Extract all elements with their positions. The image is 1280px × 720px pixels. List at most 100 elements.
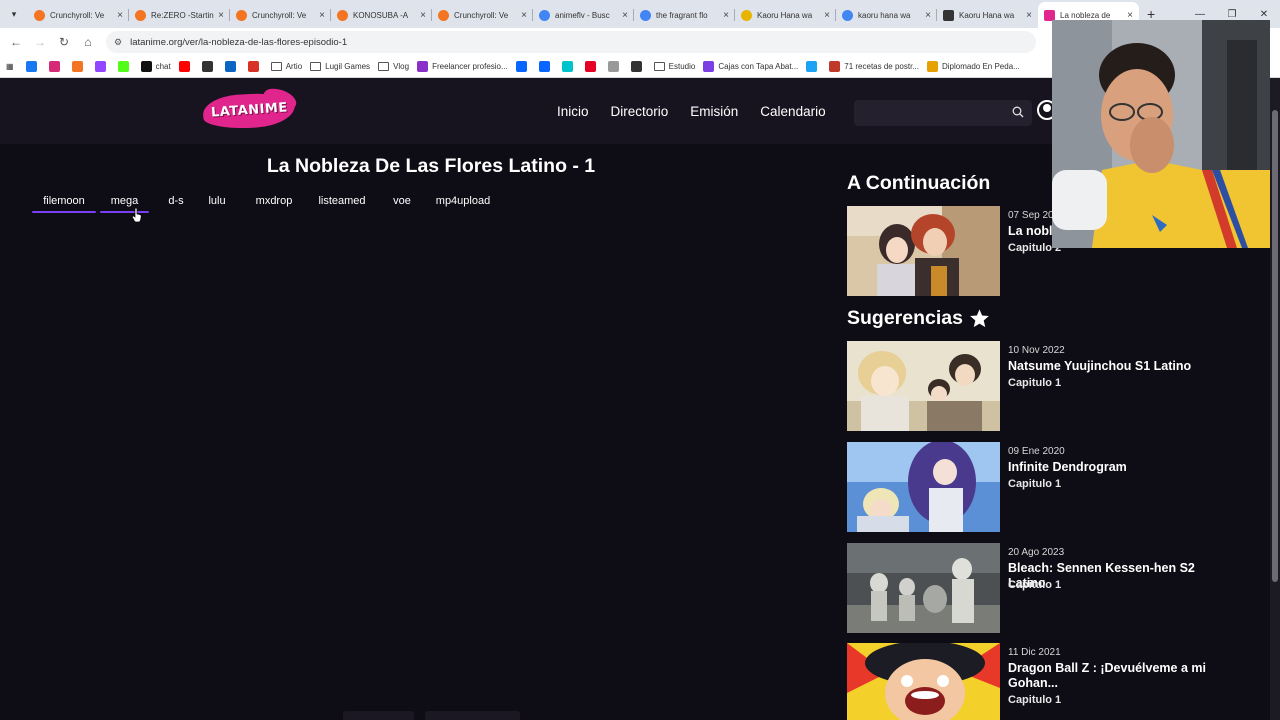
crunchyroll-tab-icon	[438, 9, 449, 21]
card-chapter: Capitulo 1	[1008, 377, 1062, 389]
bookmark-icon-item[interactable]	[607, 61, 623, 72]
bookmark-icon-item[interactable]	[94, 61, 110, 72]
bookmark-item[interactable]: Artio	[270, 62, 303, 71]
bookmark-icon-item[interactable]	[71, 61, 87, 72]
bookmark-icon-item[interactable]	[515, 61, 531, 72]
bookmark-icon-item[interactable]	[538, 61, 554, 72]
video-player[interactable]	[20, 230, 842, 700]
home-icon[interactable]: ⌂	[76, 35, 100, 49]
suggestion-card[interactable]: 11 Dic 2021 Dragon Ball Z : ¡Devuélveme …	[847, 643, 1267, 720]
bookmark-item[interactable]: 71 recetas de postr...	[829, 61, 919, 72]
bookmark-item[interactable]: Cajas con Tapa Abat...	[703, 61, 798, 72]
nav-calendario[interactable]: Calendario	[760, 104, 825, 119]
bookmark-icon-item[interactable]	[117, 61, 133, 72]
bookmark-item[interactable]: Vlog	[378, 62, 409, 71]
suggestion-card[interactable]: 09 Ene 2020 Infinite Dendrogram Capitulo…	[847, 442, 1267, 532]
episode-title: La Nobleza De Las Flores Latino - 1	[266, 155, 596, 177]
forward-icon[interactable]: →	[28, 35, 52, 49]
diplomado-icon	[926, 61, 938, 72]
tab-close-icon[interactable]: ×	[622, 10, 628, 21]
suggestion-thumbnail[interactable]	[847, 442, 1000, 532]
tab-close-icon[interactable]: ×	[117, 10, 123, 21]
google-tab-icon	[842, 9, 853, 21]
tab-close-icon[interactable]: ×	[925, 10, 931, 21]
browser-tab[interactable]: Kaoru Hana wa ×	[735, 2, 836, 28]
browser-tab[interactable]: Re:ZERO -Startin ×	[129, 2, 230, 28]
tab-close-icon[interactable]: ×	[420, 10, 426, 21]
server-tab-mxdrop[interactable]: mxdrop	[252, 193, 296, 213]
bookmark-icon-item[interactable]	[224, 61, 240, 72]
bookmark-icon-item[interactable]	[584, 61, 600, 72]
tab-close-icon[interactable]: ×	[319, 10, 325, 21]
bookmark-label: Vlog	[393, 62, 410, 71]
nav-emision[interactable]: Emisión	[690, 104, 738, 119]
browser-tab[interactable]: Crunchyroll: Ve ×	[28, 2, 129, 28]
browser-tab[interactable]: kaoru hana wa ×	[836, 2, 937, 28]
browser-tab[interactable]: animeflv - Busc ×	[533, 2, 634, 28]
url-field[interactable]: ⚙ latanime.org/ver/la-nobleza-de-las-flo…	[106, 31, 1036, 53]
bookmark-icon-item[interactable]	[247, 61, 263, 72]
reload-icon[interactable]: ↻	[52, 35, 76, 49]
bookmark-item[interactable]: Lugil Games	[310, 62, 370, 71]
card-title[interactable]: Natsume Yuujinchou S1 Latino	[1008, 359, 1223, 374]
search-icon[interactable]	[1012, 106, 1024, 118]
prev-episode-button[interactable]	[343, 711, 414, 720]
next-episode-thumbnail[interactable]	[847, 206, 1000, 296]
facebook-icon	[25, 61, 37, 72]
browser-tab[interactable]: KONOSUBA -A ×	[331, 2, 432, 28]
card-title[interactable]: Dragon Ball Z : ¡Devuélveme a mi Gohan..…	[1008, 661, 1223, 691]
tab-close-icon[interactable]: ×	[1026, 10, 1032, 21]
card-date: 11 Dic 2021	[1008, 647, 1061, 658]
card-title[interactable]: Infinite Dendrogram	[1008, 460, 1223, 475]
server-tab-mp4upload[interactable]: mp4upload	[432, 193, 494, 213]
server-tabs: filemoon mega d-s lulu mxdrop listeamed …	[32, 193, 494, 213]
suggestion-thumbnail[interactable]	[847, 643, 1000, 720]
bookmark-item[interactable]: chat	[140, 61, 171, 72]
tab-close-icon[interactable]: ×	[521, 10, 527, 21]
bookmark-icon-item[interactable]	[48, 61, 64, 72]
bookmark-item[interactable]: Diplomado En Peda...	[926, 61, 1020, 72]
browser-tab[interactable]: Kaoru Hana wa ×	[937, 2, 1038, 28]
threads-icon	[201, 61, 213, 72]
bookmark-item[interactable]: Freelancer profesio...	[417, 61, 508, 72]
tab-close-icon[interactable]: ×	[723, 10, 729, 21]
suggestion-thumbnail[interactable]	[847, 341, 1000, 431]
bookmark-icon-item[interactable]	[178, 61, 194, 72]
google-tab-icon	[640, 9, 651, 21]
tab-close-icon[interactable]: ×	[824, 10, 830, 21]
browser-tab[interactable]: the fragrant flo ×	[634, 2, 735, 28]
bookmark-icon-item[interactable]	[806, 61, 821, 72]
server-tab-d-s[interactable]: d-s	[164, 193, 188, 213]
nav-inicio[interactable]: Inicio	[557, 104, 589, 119]
server-tab-lulu[interactable]: lulu	[205, 193, 229, 213]
server-tab-listeamed[interactable]: listeamed	[315, 193, 369, 213]
bookmark-item[interactable]: Estudio	[653, 62, 695, 71]
tab-search-chevron-icon[interactable]: ▾	[0, 0, 28, 28]
latanime-logo[interactable]: LATANIME	[201, 84, 300, 132]
next-episode-button[interactable]	[425, 711, 520, 720]
suggestion-card[interactable]: 10 Nov 2022 Natsume Yuujinchou S1 Latino…	[847, 341, 1267, 431]
apps-grid-icon[interactable]: ▦	[6, 62, 14, 71]
pinterest-icon	[584, 61, 596, 72]
bookmark-icon-item[interactable]	[201, 61, 217, 72]
bookmark-icon-item[interactable]	[25, 61, 41, 72]
twitch-icon	[94, 61, 106, 72]
bookmark-icon-item[interactable]	[630, 61, 646, 72]
tab-close-icon[interactable]: ×	[218, 10, 224, 21]
site-info-icon[interactable]: ⚙	[114, 37, 122, 48]
bookmark-label: Artio	[285, 62, 303, 71]
suggestion-card[interactable]: 20 Ago 2023 Bleach: Sennen Kessen-hen S2…	[847, 543, 1267, 633]
bookmark-icon-item[interactable]	[561, 61, 577, 72]
suggestion-thumbnail[interactable]	[847, 543, 1000, 633]
server-tab-voe[interactable]: voe	[391, 193, 413, 213]
server-tab-filemoon[interactable]: filemoon	[32, 193, 96, 213]
search-input[interactable]	[854, 100, 1032, 126]
scrollbar-thumb[interactable]	[1272, 110, 1278, 582]
browser-tab[interactable]: Crunchyroll: Ve ×	[432, 2, 533, 28]
nav-directorio[interactable]: Directorio	[611, 104, 669, 119]
browser-tab[interactable]: Crunchyroll: Ve ×	[230, 2, 331, 28]
crunchyroll-icon	[71, 61, 83, 72]
tab-close-icon[interactable]: ×	[1127, 10, 1133, 21]
page-scrollbar[interactable]	[1270, 78, 1280, 720]
back-icon[interactable]: ←	[4, 35, 28, 49]
